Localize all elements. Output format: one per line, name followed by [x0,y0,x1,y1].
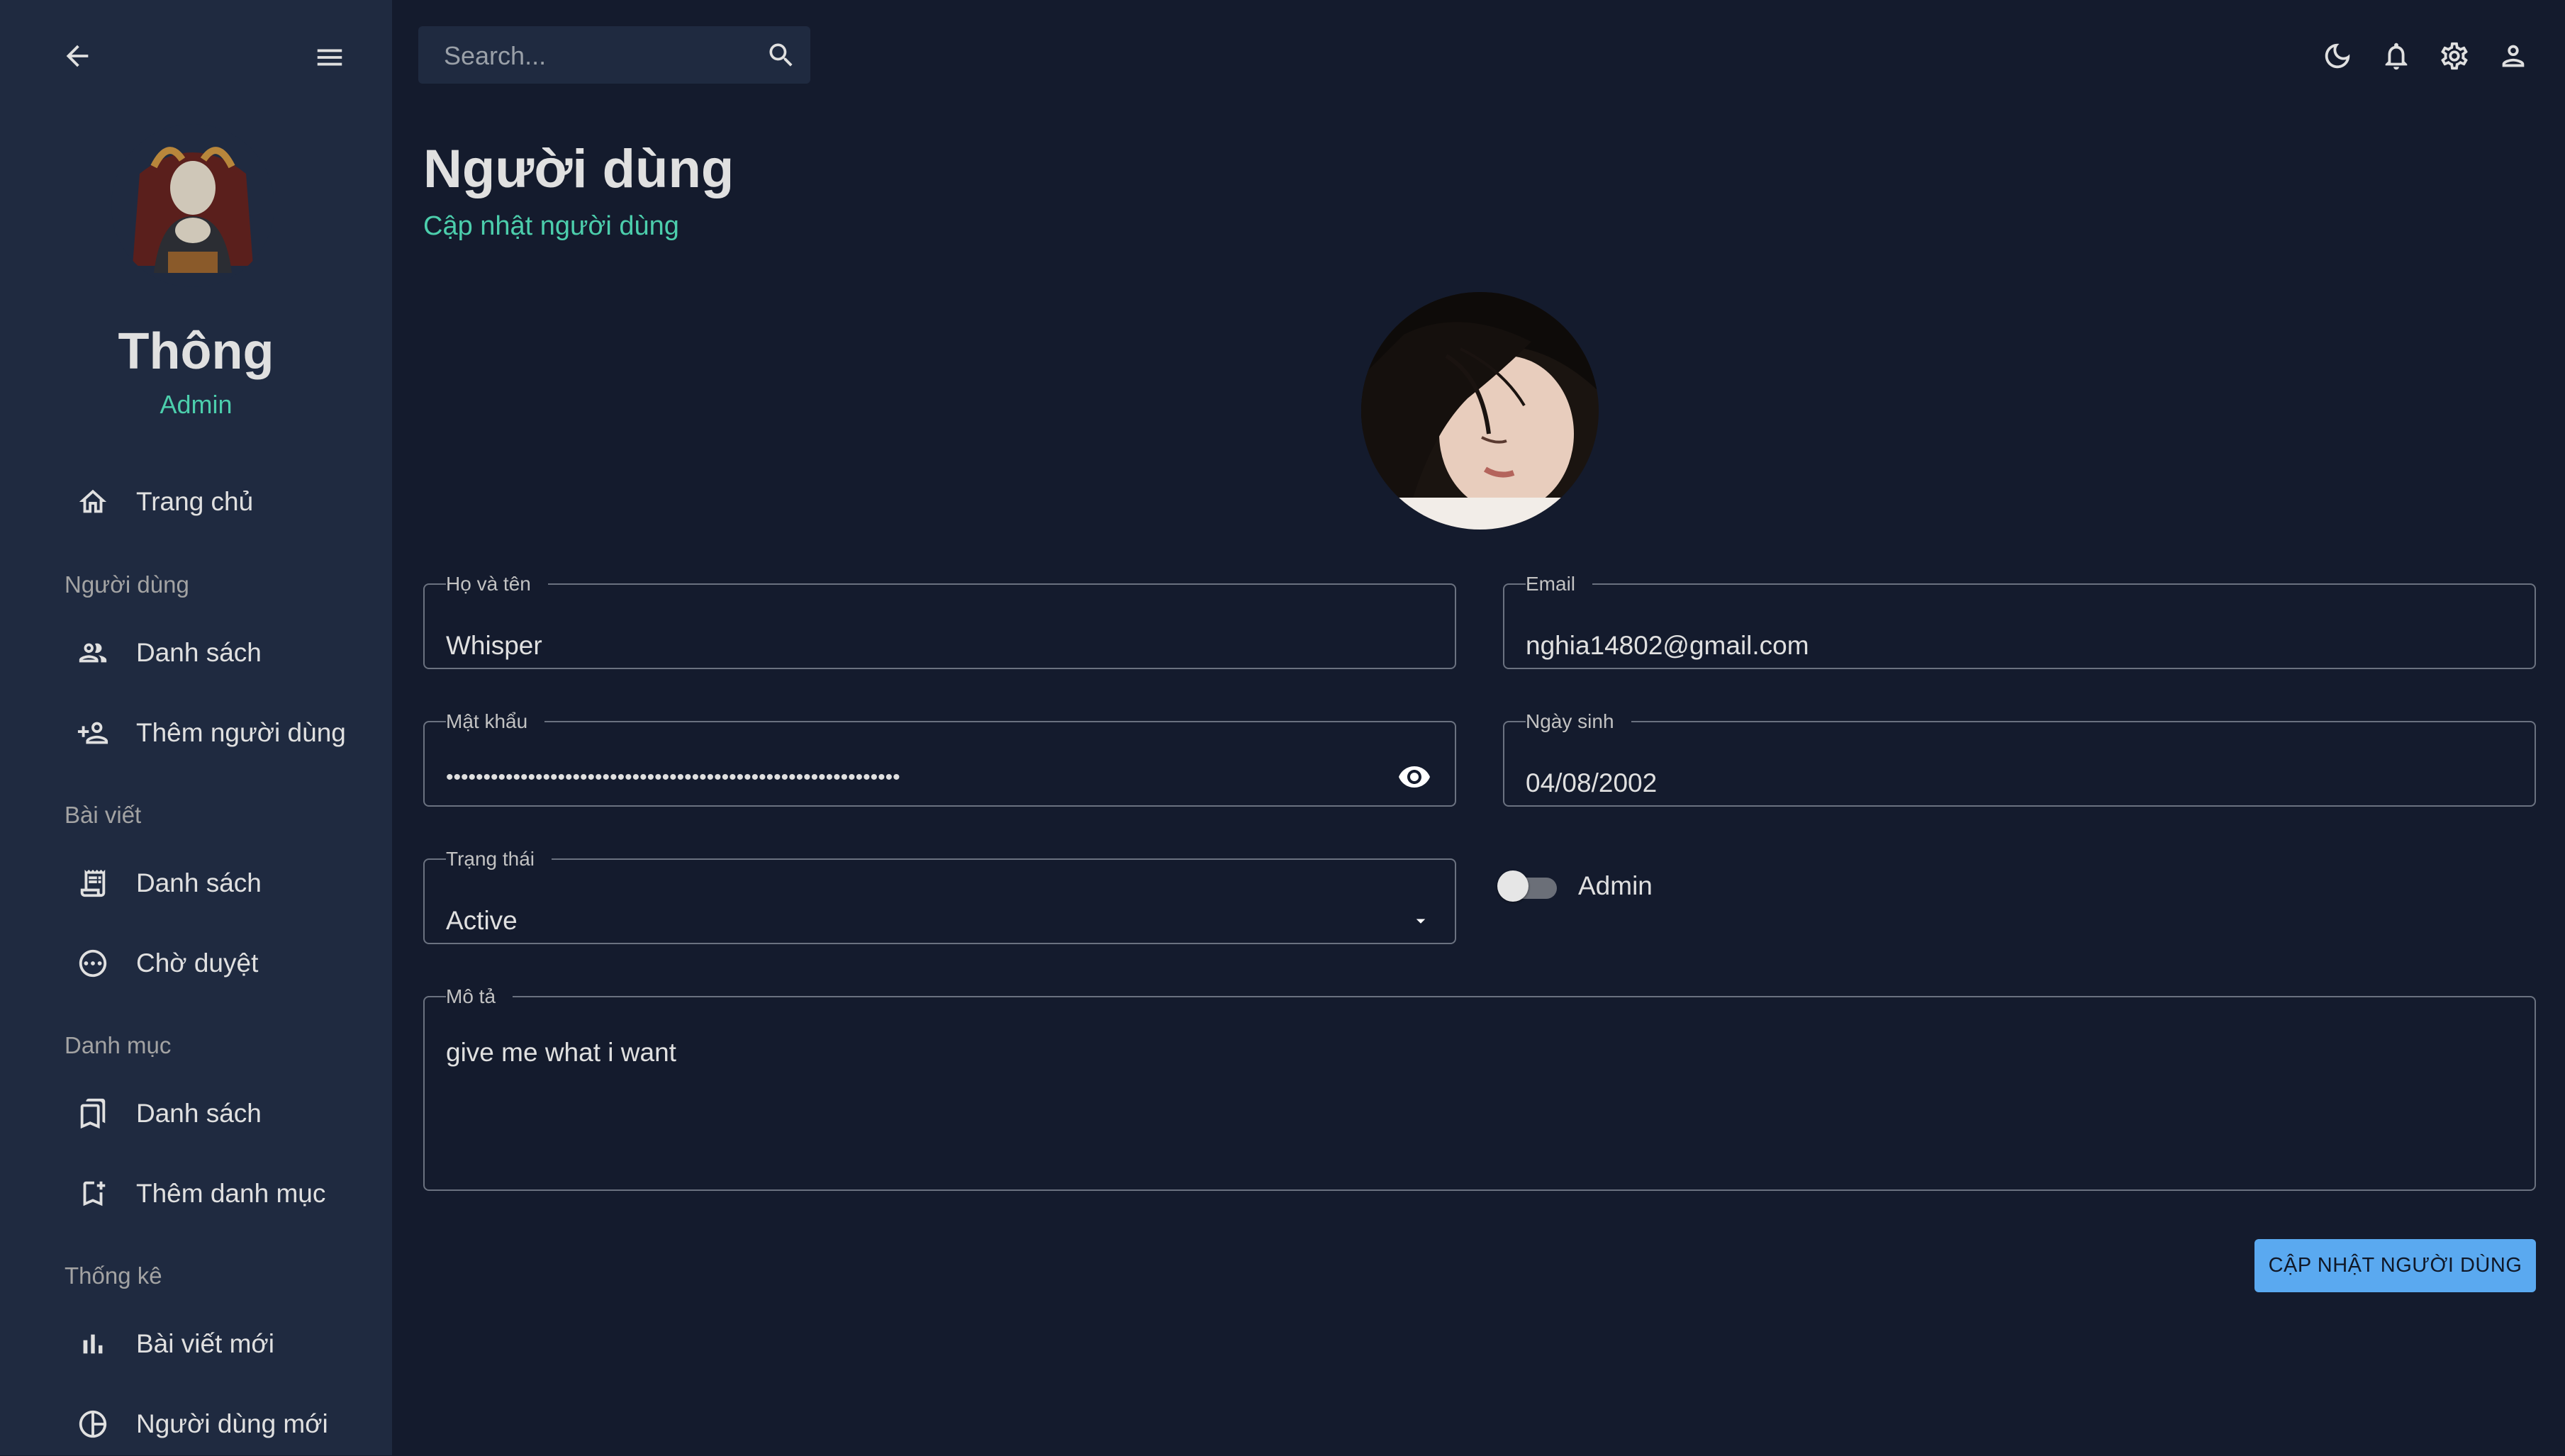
profile-avatar [111,124,274,287]
sidebar-item-label: Thêm người dùng [136,718,346,747]
sidebar-section-title: Thống kê [65,1262,162,1289]
sidebar-item-add-user[interactable]: Thêm người dùng [0,701,392,765]
password-field[interactable]: Mật khẩu •••••••••••••••••••••••••••••••… [423,710,1456,807]
home-icon [77,486,109,518]
status-label: Trạng thái [446,848,535,870]
sidebar-section-title: Người dùng [65,571,189,598]
sidebar-item-label: Thêm danh mục [136,1179,326,1208]
sidebar-item-label: Danh sách [136,638,262,667]
sidebar-item-label: Danh sách [136,1099,262,1128]
email-field[interactable]: Email nghia14802@gmail.com [1503,573,2536,669]
email-label: Email [1526,573,1576,595]
fullname-label: Họ và tên [446,573,531,595]
bar-chart-icon [77,1328,109,1360]
password-label: Mật khẩu [446,710,528,732]
gear-icon[interactable] [2438,40,2471,72]
description-value[interactable]: give me what i want [446,1038,676,1068]
sidebar-item-posts-list[interactable]: Danh sách [0,851,392,915]
add-user-icon [77,717,109,749]
birthday-field[interactable]: Ngày sinh 04/08/2002 [1503,710,2536,807]
update-user-button[interactable]: CẬP NHẬT NGƯỜI DÙNG [2254,1239,2536,1292]
status-select[interactable]: Trạng thái Active [423,848,1456,944]
fullname-field[interactable]: Họ và tên Whisper [423,573,1456,669]
caret-down-icon[interactable] [1410,910,1431,931]
eye-icon[interactable] [1397,760,1431,794]
menu-icon[interactable] [313,41,346,74]
sidebar-item-users-list[interactable]: Danh sách [0,621,392,685]
email-value[interactable]: nghia14802@gmail.com [1526,631,1809,661]
search-input[interactable] [442,26,743,85]
receipt-icon [77,867,109,900]
page-subtitle: Cập nhật người dùng [423,211,679,241]
arrow-back-icon[interactable] [61,40,94,72]
sidebar-item-pending[interactable]: Chờ duyệt [0,931,392,995]
sidebar-user-name: Thông [118,323,274,380]
status-value[interactable]: Active [446,906,518,936]
sidebar-item-home[interactable]: Trang chủ [0,470,392,534]
password-value[interactable]: ••••••••••••••••••••••••••••••••••••••••… [446,766,900,790]
sidebar-user-role: Admin [160,390,233,419]
birthday-value[interactable]: 04/08/2002 [1526,768,1657,798]
bell-icon[interactable] [2380,40,2413,72]
birthday-label: Ngày sinh [1526,710,1614,732]
search-icon[interactable] [766,40,797,71]
sidebar-item-label: Trang chủ [136,487,254,516]
sidebar-item-label: Danh sách [136,868,262,897]
sidebar-item-label: Chờ duyệt [136,948,259,978]
sidebar: Thông Admin Trang chủ Người dùng Danh sá… [0,0,392,1455]
person-icon[interactable] [2497,40,2530,72]
admin-toggle[interactable] [1497,870,1560,902]
admin-toggle-label: Admin [1578,871,1653,900]
user-avatar[interactable] [1361,292,1599,530]
sidebar-item-new-posts[interactable]: Bài viết mới [0,1312,392,1376]
sidebar-item-label: Người dùng mới [136,1409,328,1438]
sidebar-item-add-category[interactable]: Thêm danh mục [0,1162,392,1226]
pie-chart-icon [77,1408,109,1440]
sidebar-item-categories-list[interactable]: Danh sách [0,1082,392,1146]
pending-icon [77,947,109,980]
moon-icon[interactable] [2321,40,2354,72]
fullname-value[interactable]: Whisper [446,631,542,661]
sidebar-item-label: Bài viết mới [136,1329,274,1358]
admin-toggle-thumb [1497,870,1529,902]
description-textarea[interactable]: Mô tả give me what i want [423,985,2536,1191]
sidebar-section-title: Bài viết [65,802,142,828]
page-title: Người dùng [423,139,734,199]
users-icon [77,637,109,669]
bookmark-add-icon [77,1177,109,1210]
sidebar-section-title: Danh mục [65,1032,172,1058]
search-bar [418,26,810,85]
sidebar-item-new-users[interactable]: Người dùng mới [0,1392,392,1456]
description-label: Mô tả [446,985,496,1007]
bookmarks-icon [77,1097,109,1130]
